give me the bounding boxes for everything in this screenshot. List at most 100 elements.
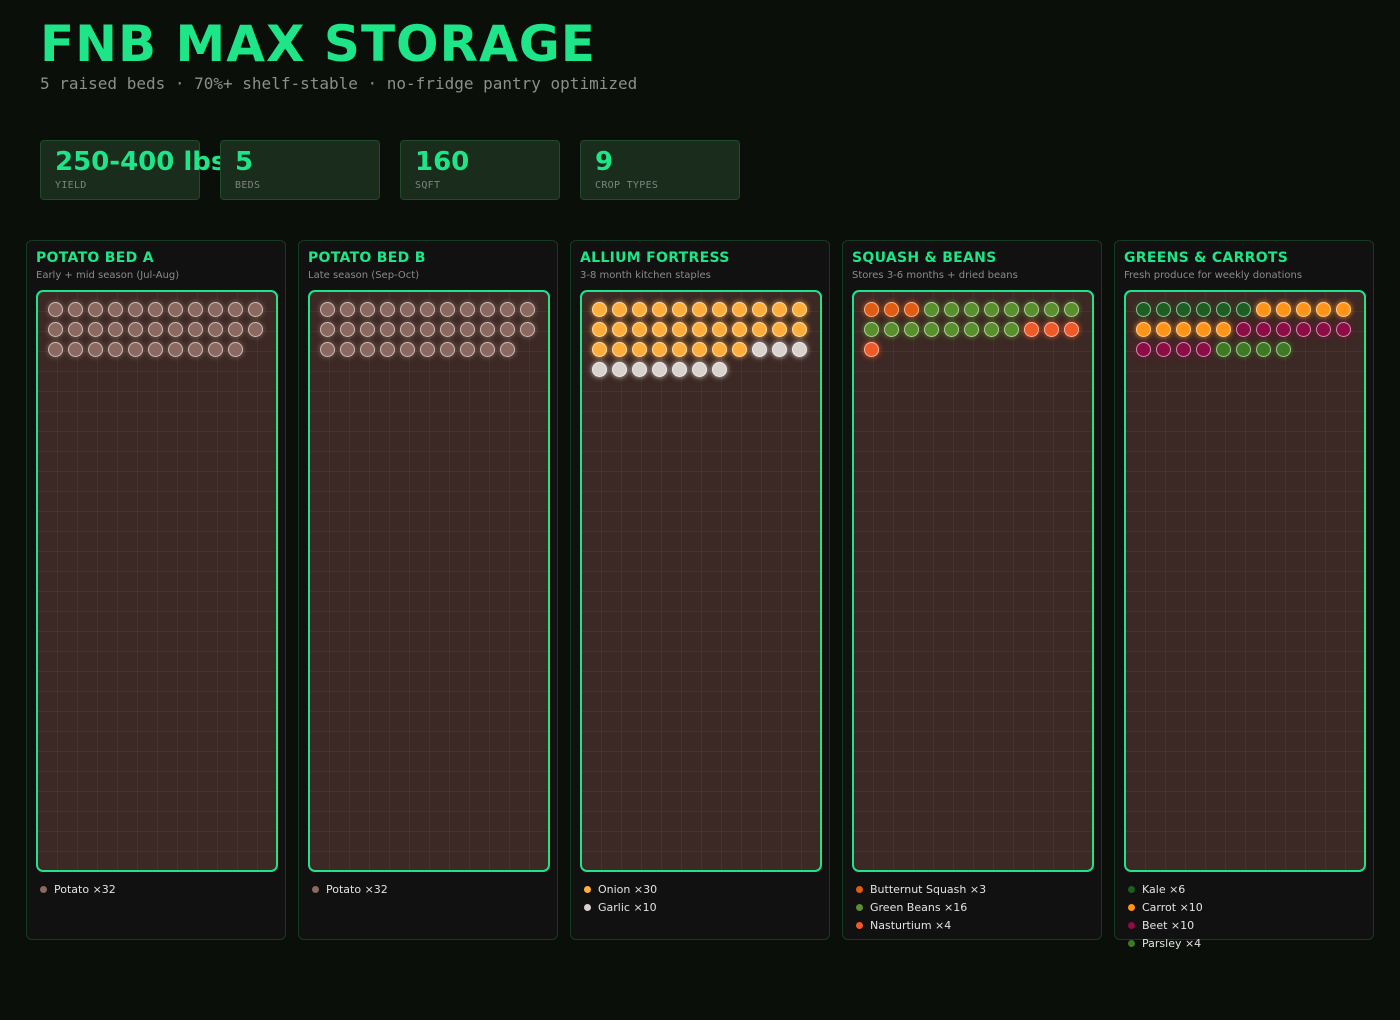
nasturtium-icon[interactable] (1024, 322, 1039, 337)
onion-icon[interactable] (632, 342, 647, 357)
bean-icon[interactable] (924, 322, 939, 337)
potato-icon[interactable] (128, 322, 143, 337)
bed-plot[interactable] (852, 290, 1094, 872)
potato-icon[interactable] (420, 322, 435, 337)
potato-icon[interactable] (68, 302, 83, 317)
nasturtium-icon[interactable] (1044, 322, 1059, 337)
potato-icon[interactable] (400, 302, 415, 317)
potato-icon[interactable] (88, 322, 103, 337)
onion-icon[interactable] (592, 322, 607, 337)
bed-plot[interactable] (308, 290, 550, 872)
onion-icon[interactable] (692, 302, 707, 317)
beet-icon[interactable] (1236, 322, 1251, 337)
potato-icon[interactable] (460, 342, 475, 357)
onion-icon[interactable] (712, 342, 727, 357)
potato-icon[interactable] (208, 342, 223, 357)
potato-icon[interactable] (360, 322, 375, 337)
potato-icon[interactable] (108, 342, 123, 357)
onion-icon[interactable] (652, 322, 667, 337)
bean-icon[interactable] (1044, 302, 1059, 317)
bean-icon[interactable] (964, 302, 979, 317)
parsley-icon[interactable] (1256, 342, 1271, 357)
beet-icon[interactable] (1176, 342, 1191, 357)
bed-card-potato-a[interactable]: POTATO BED A Early + mid season (Jul-Aug… (26, 240, 286, 940)
garlic-icon[interactable] (592, 362, 607, 377)
kale-icon[interactable] (1236, 302, 1251, 317)
carrot-icon[interactable] (1336, 302, 1351, 317)
potato-icon[interactable] (208, 302, 223, 317)
onion-icon[interactable] (792, 302, 807, 317)
bed-plot[interactable] (580, 290, 822, 872)
potato-icon[interactable] (48, 342, 63, 357)
garlic-icon[interactable] (672, 362, 687, 377)
potato-icon[interactable] (460, 322, 475, 337)
carrot-icon[interactable] (1296, 302, 1311, 317)
onion-icon[interactable] (712, 322, 727, 337)
potato-icon[interactable] (340, 302, 355, 317)
potato-icon[interactable] (440, 302, 455, 317)
onion-icon[interactable] (692, 342, 707, 357)
potato-icon[interactable] (380, 322, 395, 337)
onion-icon[interactable] (712, 302, 727, 317)
potato-icon[interactable] (360, 302, 375, 317)
potato-icon[interactable] (88, 302, 103, 317)
onion-icon[interactable] (732, 342, 747, 357)
potato-icon[interactable] (520, 322, 535, 337)
carrot-icon[interactable] (1276, 302, 1291, 317)
potato-icon[interactable] (400, 342, 415, 357)
potato-icon[interactable] (320, 322, 335, 337)
beet-icon[interactable] (1196, 342, 1211, 357)
beet-icon[interactable] (1276, 322, 1291, 337)
potato-icon[interactable] (420, 342, 435, 357)
carrot-icon[interactable] (1196, 322, 1211, 337)
potato-icon[interactable] (480, 342, 495, 357)
onion-icon[interactable] (672, 302, 687, 317)
kale-icon[interactable] (1176, 302, 1191, 317)
onion-icon[interactable] (652, 342, 667, 357)
potato-icon[interactable] (480, 322, 495, 337)
carrot-icon[interactable] (1136, 322, 1151, 337)
bean-icon[interactable] (1004, 322, 1019, 337)
squash-icon[interactable] (884, 302, 899, 317)
beet-icon[interactable] (1296, 322, 1311, 337)
garlic-icon[interactable] (632, 362, 647, 377)
potato-icon[interactable] (228, 342, 243, 357)
onion-icon[interactable] (672, 342, 687, 357)
onion-icon[interactable] (772, 322, 787, 337)
potato-icon[interactable] (420, 302, 435, 317)
potato-icon[interactable] (148, 302, 163, 317)
onion-icon[interactable] (752, 322, 767, 337)
bean-icon[interactable] (984, 302, 999, 317)
bean-icon[interactable] (1064, 302, 1079, 317)
garlic-icon[interactable] (652, 362, 667, 377)
potato-icon[interactable] (228, 302, 243, 317)
potato-icon[interactable] (188, 342, 203, 357)
onion-icon[interactable] (592, 342, 607, 357)
potato-icon[interactable] (108, 322, 123, 337)
beet-icon[interactable] (1256, 322, 1271, 337)
potato-icon[interactable] (320, 302, 335, 317)
bean-icon[interactable] (924, 302, 939, 317)
potato-icon[interactable] (460, 302, 475, 317)
potato-icon[interactable] (168, 342, 183, 357)
garlic-icon[interactable] (752, 342, 767, 357)
kale-icon[interactable] (1216, 302, 1231, 317)
potato-icon[interactable] (68, 322, 83, 337)
onion-icon[interactable] (752, 302, 767, 317)
bed-card-allium-fortress[interactable]: ALLIUM FORTRESS 3-8 month kitchen staple… (570, 240, 830, 940)
onion-icon[interactable] (772, 302, 787, 317)
bed-card-squash-beans[interactable]: SQUASH & BEANS Stores 3-6 months + dried… (842, 240, 1102, 940)
garlic-icon[interactable] (612, 362, 627, 377)
potato-icon[interactable] (108, 302, 123, 317)
potato-icon[interactable] (520, 302, 535, 317)
onion-icon[interactable] (592, 302, 607, 317)
potato-icon[interactable] (480, 302, 495, 317)
beet-icon[interactable] (1136, 342, 1151, 357)
potato-icon[interactable] (48, 302, 63, 317)
bed-plot[interactable] (36, 290, 278, 872)
potato-icon[interactable] (228, 322, 243, 337)
potato-icon[interactable] (168, 322, 183, 337)
potato-icon[interactable] (148, 342, 163, 357)
potato-icon[interactable] (68, 342, 83, 357)
garlic-icon[interactable] (792, 342, 807, 357)
